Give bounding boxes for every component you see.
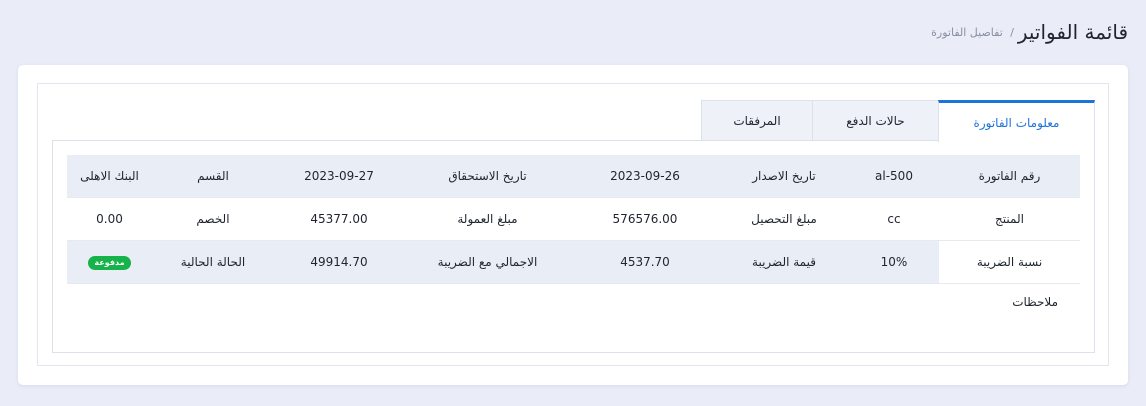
invoice-card-inner: معلومات الفاتورة حالات الدفع المرفقات رق… [37, 83, 1109, 366]
breadcrumb-current[interactable]: تفاصيل الفاتورة [931, 26, 1003, 39]
tab-invoice-info[interactable]: معلومات الفاتورة [938, 100, 1095, 142]
department-label: القسم [152, 155, 274, 198]
status-badge: مدفوعة [88, 256, 131, 270]
tax-amount-label: قيمة الضريبة [719, 240, 849, 284]
current-status-cell: مدفوعة [67, 240, 152, 284]
product-value: cc [849, 197, 939, 241]
invoice-card: معلومات الفاتورة حالات الدفع المرفقات رق… [18, 65, 1128, 385]
commission-amount-value: 45377.00 [274, 197, 404, 241]
invoice-number-label: رقم الفاتورة [939, 155, 1080, 198]
breadcrumb: / تفاصيل الفاتورة [931, 26, 1014, 39]
discount-value: 0.00 [67, 197, 152, 241]
department-value: البنك الاهلى [67, 155, 152, 198]
table-row: المنتج cc مبلغ التحصيل 576576.00 مبلغ ال… [67, 197, 1080, 241]
invoice-number-value: al-500 [849, 155, 939, 198]
discount-label: الخصم [152, 197, 274, 241]
breadcrumb-separator: / [1010, 26, 1014, 39]
tax-rate-label: نسبة الضريبة [939, 240, 1080, 284]
notes-label: ملاحظات [1012, 295, 1058, 309]
tax-rate-value: 10% [849, 240, 939, 284]
tab-payment-status[interactable]: حالات الدفع [812, 100, 939, 141]
table-row: نسبة الضريبة 10% قيمة الضريبة 4537.70 ال… [67, 240, 1080, 284]
due-date-value: 2023-09-27 [274, 155, 404, 198]
commission-amount-label: مبلغ العمولة [404, 197, 571, 241]
total-with-tax-label: الاجمالي مع الضريبة [404, 240, 571, 284]
issue-date-value: 2023-09-26 [571, 155, 719, 198]
tab-bar: معلومات الفاتورة حالات الدفع المرفقات [701, 100, 1095, 142]
tab-attachments[interactable]: المرفقات [701, 100, 813, 141]
table-row: رقم الفاتورة al-500 تاريخ الاصدار 2023-0… [67, 155, 1080, 198]
issue-date-label: تاريخ الاصدار [719, 155, 849, 198]
due-date-label: تاريخ الاستحقاق [404, 155, 571, 198]
invoice-info-table: رقم الفاتورة al-500 تاريخ الاصدار 2023-0… [67, 155, 1080, 284]
tax-amount-value: 4537.70 [571, 240, 719, 284]
current-status-label: الحالة الحالية [152, 240, 274, 284]
collection-amount-label: مبلغ التحصيل [719, 197, 849, 241]
collection-amount-value: 576576.00 [571, 197, 719, 241]
tab-panel-invoice-info: رقم الفاتورة al-500 تاريخ الاصدار 2023-0… [52, 140, 1095, 353]
total-with-tax-value: 49914.70 [274, 240, 404, 284]
product-label: المنتج [939, 197, 1080, 241]
page-title: قائمة الفواتير [1017, 20, 1128, 44]
